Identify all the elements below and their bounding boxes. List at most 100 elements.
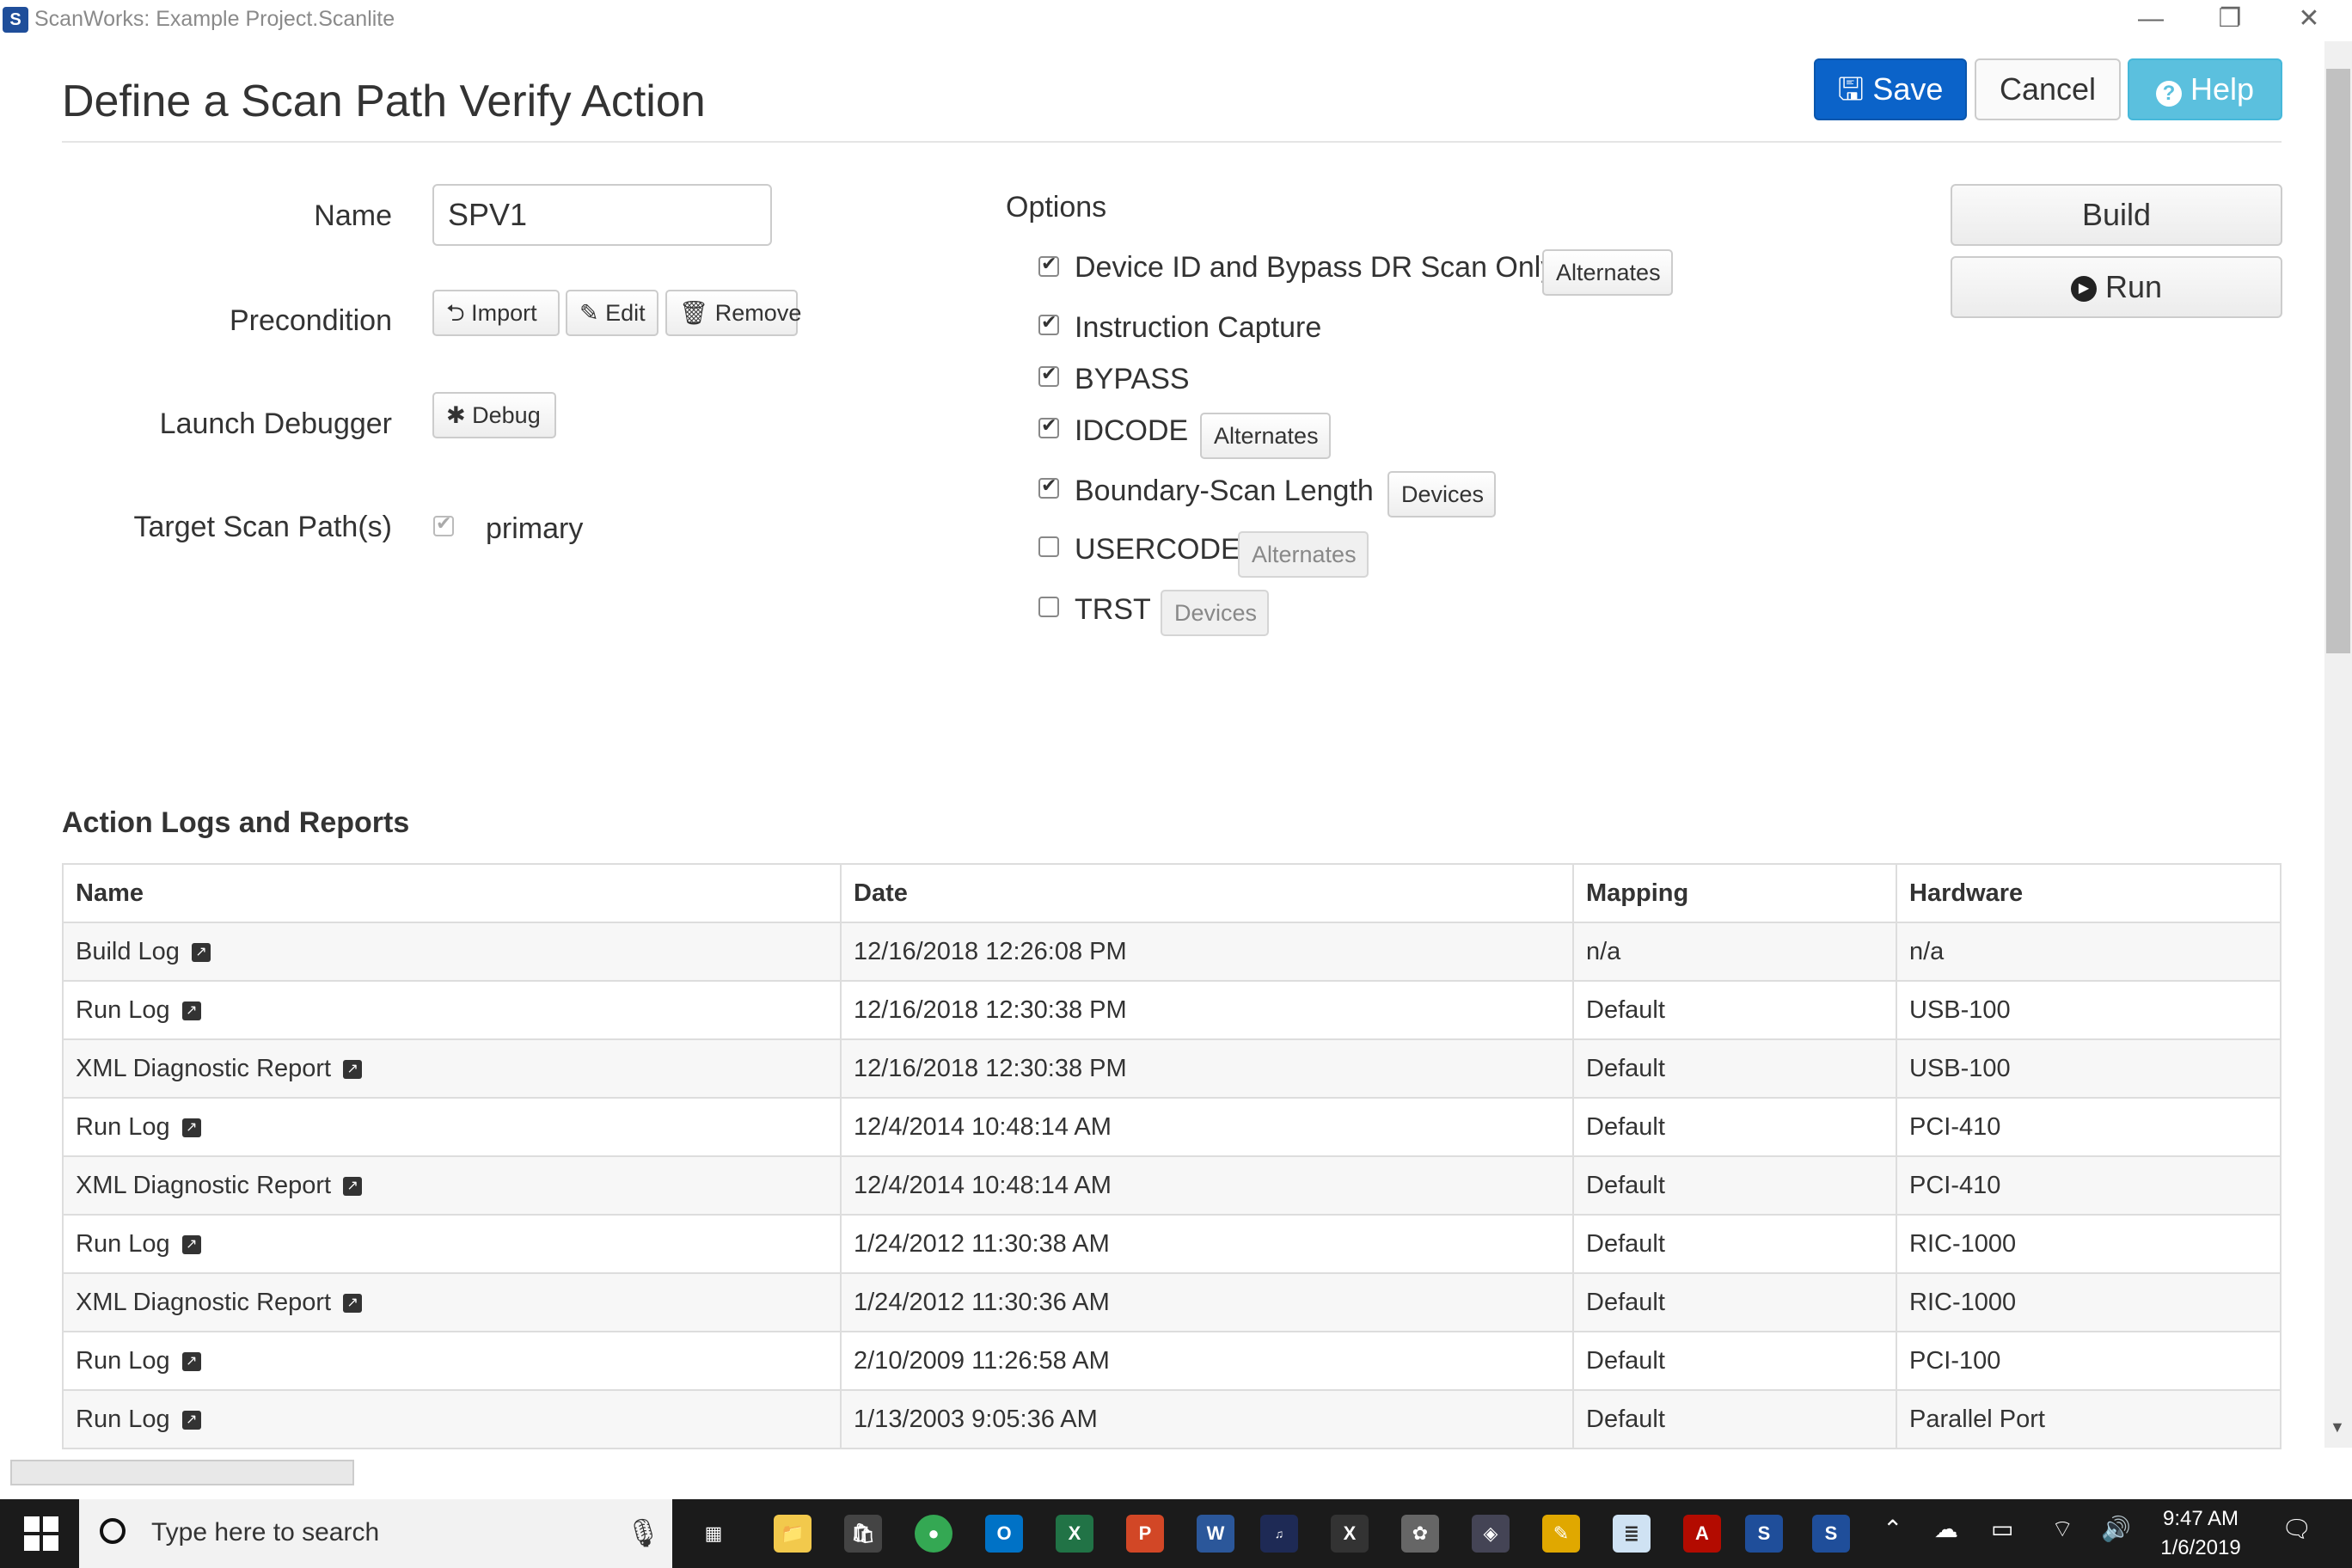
app-notepad-icon[interactable]: ≣ xyxy=(1613,1515,1651,1553)
table-row[interactable]: Run Log ↗ 12/16/2018 12:30:38 PM Default … xyxy=(64,980,2280,1039)
table-row[interactable]: Run Log ↗ 2/10/2009 11:26:58 AM Default P… xyxy=(64,1331,2280,1390)
taskbar-clock[interactable]: 9:47 AM 1/6/2019 xyxy=(2141,1504,2261,1563)
scanworks-active-icon[interactable]: S xyxy=(1812,1515,1850,1553)
external-link-icon[interactable]: ↗ xyxy=(343,1176,363,1196)
log-name[interactable]: Build Log xyxy=(76,938,180,965)
external-link-icon[interactable]: ↗ xyxy=(343,1059,363,1079)
log-mapping: Default xyxy=(1573,980,1897,1039)
external-link-icon[interactable]: ↗ xyxy=(181,1410,201,1430)
build-button[interactable]: Build xyxy=(1951,184,2282,246)
outlook-icon[interactable]: O xyxy=(985,1515,1023,1553)
primary-checkbox[interactable] xyxy=(433,512,454,536)
volume-icon[interactable]: 🔊 xyxy=(2101,1515,2131,1543)
scanworks-icon[interactable]: S xyxy=(1745,1515,1783,1553)
external-link-icon[interactable]: ↗ xyxy=(181,1351,201,1371)
app-cube-icon[interactable]: ◈ xyxy=(1472,1515,1510,1553)
search-placeholder: Type here to search xyxy=(151,1518,380,1547)
store-icon[interactable]: 🛍 xyxy=(844,1515,882,1553)
option-device-id-label: Device ID and Bypass DR Scan Only xyxy=(1075,251,1556,284)
taskbar: Type here to search 🎙 ▦ 📁 🛍 ● O X P W ♫ … xyxy=(0,1499,2352,1568)
idcode-alternates-button[interactable]: Alternates xyxy=(1200,413,1331,459)
cancel-button[interactable]: Cancel xyxy=(1975,58,2121,120)
table-row[interactable]: Run Log ↗ 1/24/2012 11:30:38 AM Default R… xyxy=(64,1214,2280,1273)
external-link-icon[interactable]: ↗ xyxy=(181,1118,201,1137)
external-link-icon[interactable]: ↗ xyxy=(181,1234,201,1254)
clock-time: 9:47 AM xyxy=(2162,1507,2239,1530)
log-name[interactable]: Run Log xyxy=(76,1347,170,1375)
taskbar-search-box[interactable]: Type here to search 🎙 xyxy=(79,1499,672,1568)
page-title: Define a Scan Path Verify Action xyxy=(62,77,706,126)
option-usercode-checkbox[interactable] xyxy=(1038,536,1059,557)
windows-start-icon[interactable] xyxy=(24,1516,58,1551)
table-row[interactable]: Run Log ↗ 1/13/2003 9:05:36 AM Default Pa… xyxy=(64,1389,2280,1448)
log-name[interactable]: XML Diagnostic Report xyxy=(76,1289,331,1316)
usercode-alternates-button[interactable]: Alternates xyxy=(1238,531,1369,578)
trst-devices-button[interactable]: Devices xyxy=(1161,590,1269,636)
log-mapping: Default xyxy=(1573,1214,1897,1273)
word-icon[interactable]: W xyxy=(1197,1515,1234,1553)
remove-button[interactable]: 🗑 Remove xyxy=(665,290,801,336)
horizontal-scrollbar[interactable] xyxy=(10,1460,354,1485)
app-x-icon[interactable]: X xyxy=(1331,1515,1369,1553)
minimize-button[interactable]: — xyxy=(2116,0,2185,38)
table-row[interactable]: XML Diagnostic Report ↗ 12/16/2018 12:30:… xyxy=(64,1038,2280,1098)
battery-icon[interactable]: ▭ xyxy=(1991,1515,2013,1543)
name-input[interactable]: SPV1 xyxy=(432,184,772,246)
table-row[interactable]: Run Log ↗ 12/4/2014 10:48:14 AM Default P… xyxy=(64,1097,2280,1156)
option-device-id-checkbox[interactable] xyxy=(1038,253,1059,277)
help-button[interactable]: ? Help xyxy=(2128,58,2282,120)
notifications-icon[interactable]: 🗨 xyxy=(2282,1515,2312,1543)
log-name[interactable]: XML Diagnostic Report xyxy=(76,1172,331,1199)
file-explorer-icon[interactable]: 📁 xyxy=(774,1515,812,1553)
boundary-scan-devices-button[interactable]: Devices xyxy=(1387,471,1496,518)
option-idcode-checkbox[interactable] xyxy=(1038,414,1059,438)
vertical-scrollbar-thumb[interactable] xyxy=(2326,69,2350,653)
options-title: Options xyxy=(1006,191,1107,224)
microphone-icon[interactable]: 🎙 xyxy=(626,1516,661,1549)
log-name[interactable]: Run Log xyxy=(76,1406,170,1433)
option-boundary-scan-length-checkbox[interactable] xyxy=(1038,475,1059,499)
column-header-date[interactable]: Date xyxy=(841,865,1574,923)
log-mapping: Default xyxy=(1573,1155,1897,1215)
option-instruction-capture-checkbox[interactable] xyxy=(1038,311,1059,335)
device-id-alternates-button[interactable]: Alternates xyxy=(1542,249,1673,296)
task-view-icon[interactable]: ▦ xyxy=(695,1515,732,1553)
scroll-down-arrow-icon[interactable]: ▼ xyxy=(2330,1418,2345,1436)
log-name[interactable]: Run Log xyxy=(76,996,170,1024)
app-tools-icon[interactable]: ✎ xyxy=(1542,1515,1580,1553)
external-link-icon[interactable]: ↗ xyxy=(181,1001,201,1020)
powerpoint-icon[interactable]: P xyxy=(1126,1515,1164,1553)
save-button[interactable]: 🖫 Save xyxy=(1814,58,1967,120)
log-date: 12/16/2018 12:26:08 PM xyxy=(841,922,1574,981)
chevron-up-icon[interactable]: ⌃ xyxy=(1883,1515,1902,1543)
app-paint-icon[interactable]: ✿ xyxy=(1401,1515,1439,1553)
primary-label: primary xyxy=(486,512,584,545)
table-row[interactable]: XML Diagnostic Report ↗ 1/24/2012 11:30:3… xyxy=(64,1272,2280,1332)
edit-button[interactable]: ✎ Edit xyxy=(566,290,658,336)
excel-icon[interactable]: X xyxy=(1056,1515,1093,1553)
log-name[interactable]: XML Diagnostic Report xyxy=(76,1055,331,1082)
column-header-name[interactable]: Name xyxy=(64,865,842,923)
log-name[interactable]: Run Log xyxy=(76,1113,170,1141)
table-row[interactable]: Build Log ↗ 12/16/2018 12:26:08 PM n/a n/… xyxy=(64,922,2280,981)
log-hardware: Parallel Port xyxy=(1896,1389,2280,1448)
log-date: 1/24/2012 11:30:36 AM xyxy=(841,1272,1574,1332)
column-header-hardware[interactable]: Hardware xyxy=(1896,865,2280,923)
external-link-icon[interactable]: ↗ xyxy=(191,942,211,962)
table-row[interactable]: XML Diagnostic Report ↗ 12/4/2014 10:48:1… xyxy=(64,1155,2280,1215)
music-app-icon[interactable]: ♫ xyxy=(1260,1515,1298,1553)
wifi-icon[interactable]: ⌔ xyxy=(2051,1515,2073,1545)
debug-button[interactable]: ✱ Debug xyxy=(432,392,556,438)
external-link-icon[interactable]: ↗ xyxy=(343,1293,363,1313)
option-bypass-checkbox[interactable] xyxy=(1038,363,1059,387)
option-trst-checkbox[interactable] xyxy=(1038,597,1059,617)
close-button[interactable]: ✕ xyxy=(2275,0,2343,38)
restore-button[interactable]: ❐ xyxy=(2196,0,2264,38)
run-button[interactable]: ▶ Run xyxy=(1951,256,2282,318)
acrobat-icon[interactable]: A xyxy=(1683,1515,1721,1553)
column-header-mapping[interactable]: Mapping xyxy=(1573,865,1897,923)
chrome-icon[interactable]: ● xyxy=(915,1515,952,1553)
onedrive-icon[interactable]: ☁ xyxy=(1934,1515,1958,1543)
import-button[interactable]: ⮌ Import xyxy=(432,290,560,336)
log-name[interactable]: Run Log xyxy=(76,1230,170,1258)
